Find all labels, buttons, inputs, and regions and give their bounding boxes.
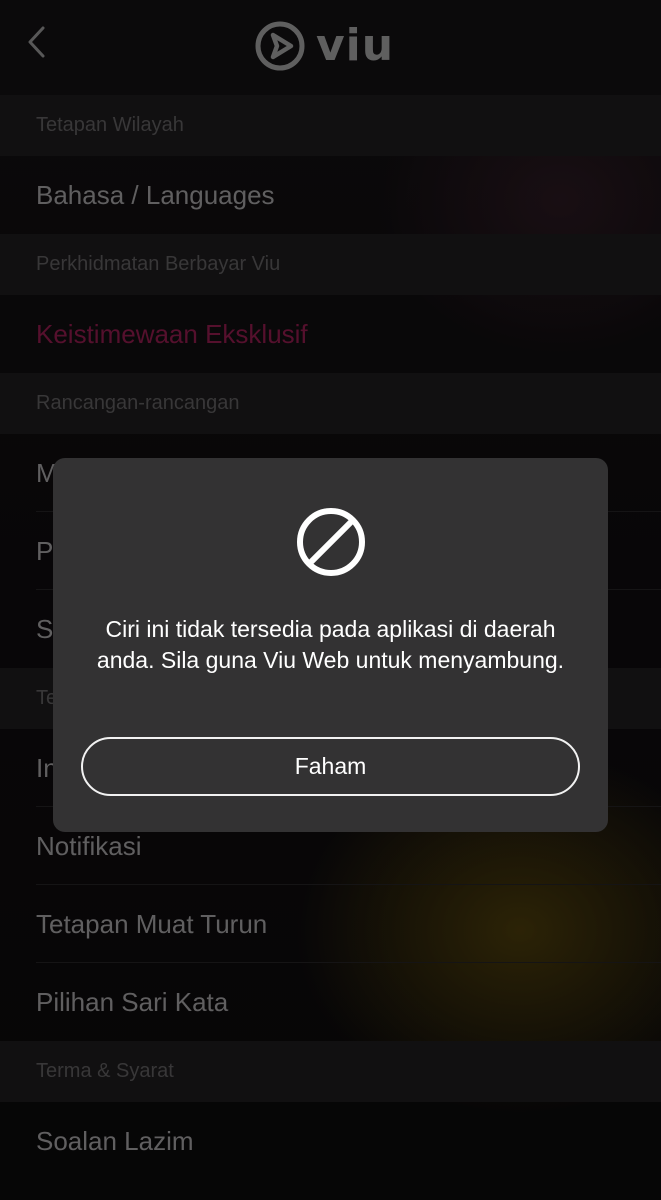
settings-screen: viu Tetapan Wilayah Bahasa / Languages P… <box>0 0 661 1200</box>
dialog-message: Ciri ini tidak tersedia pada aplikasi di… <box>96 616 565 673</box>
understand-button[interactable]: Faham <box>81 737 580 796</box>
prohibited-icon <box>297 508 365 576</box>
unavailable-feature-dialog: Ciri ini tidak tersedia pada aplikasi di… <box>53 458 608 832</box>
